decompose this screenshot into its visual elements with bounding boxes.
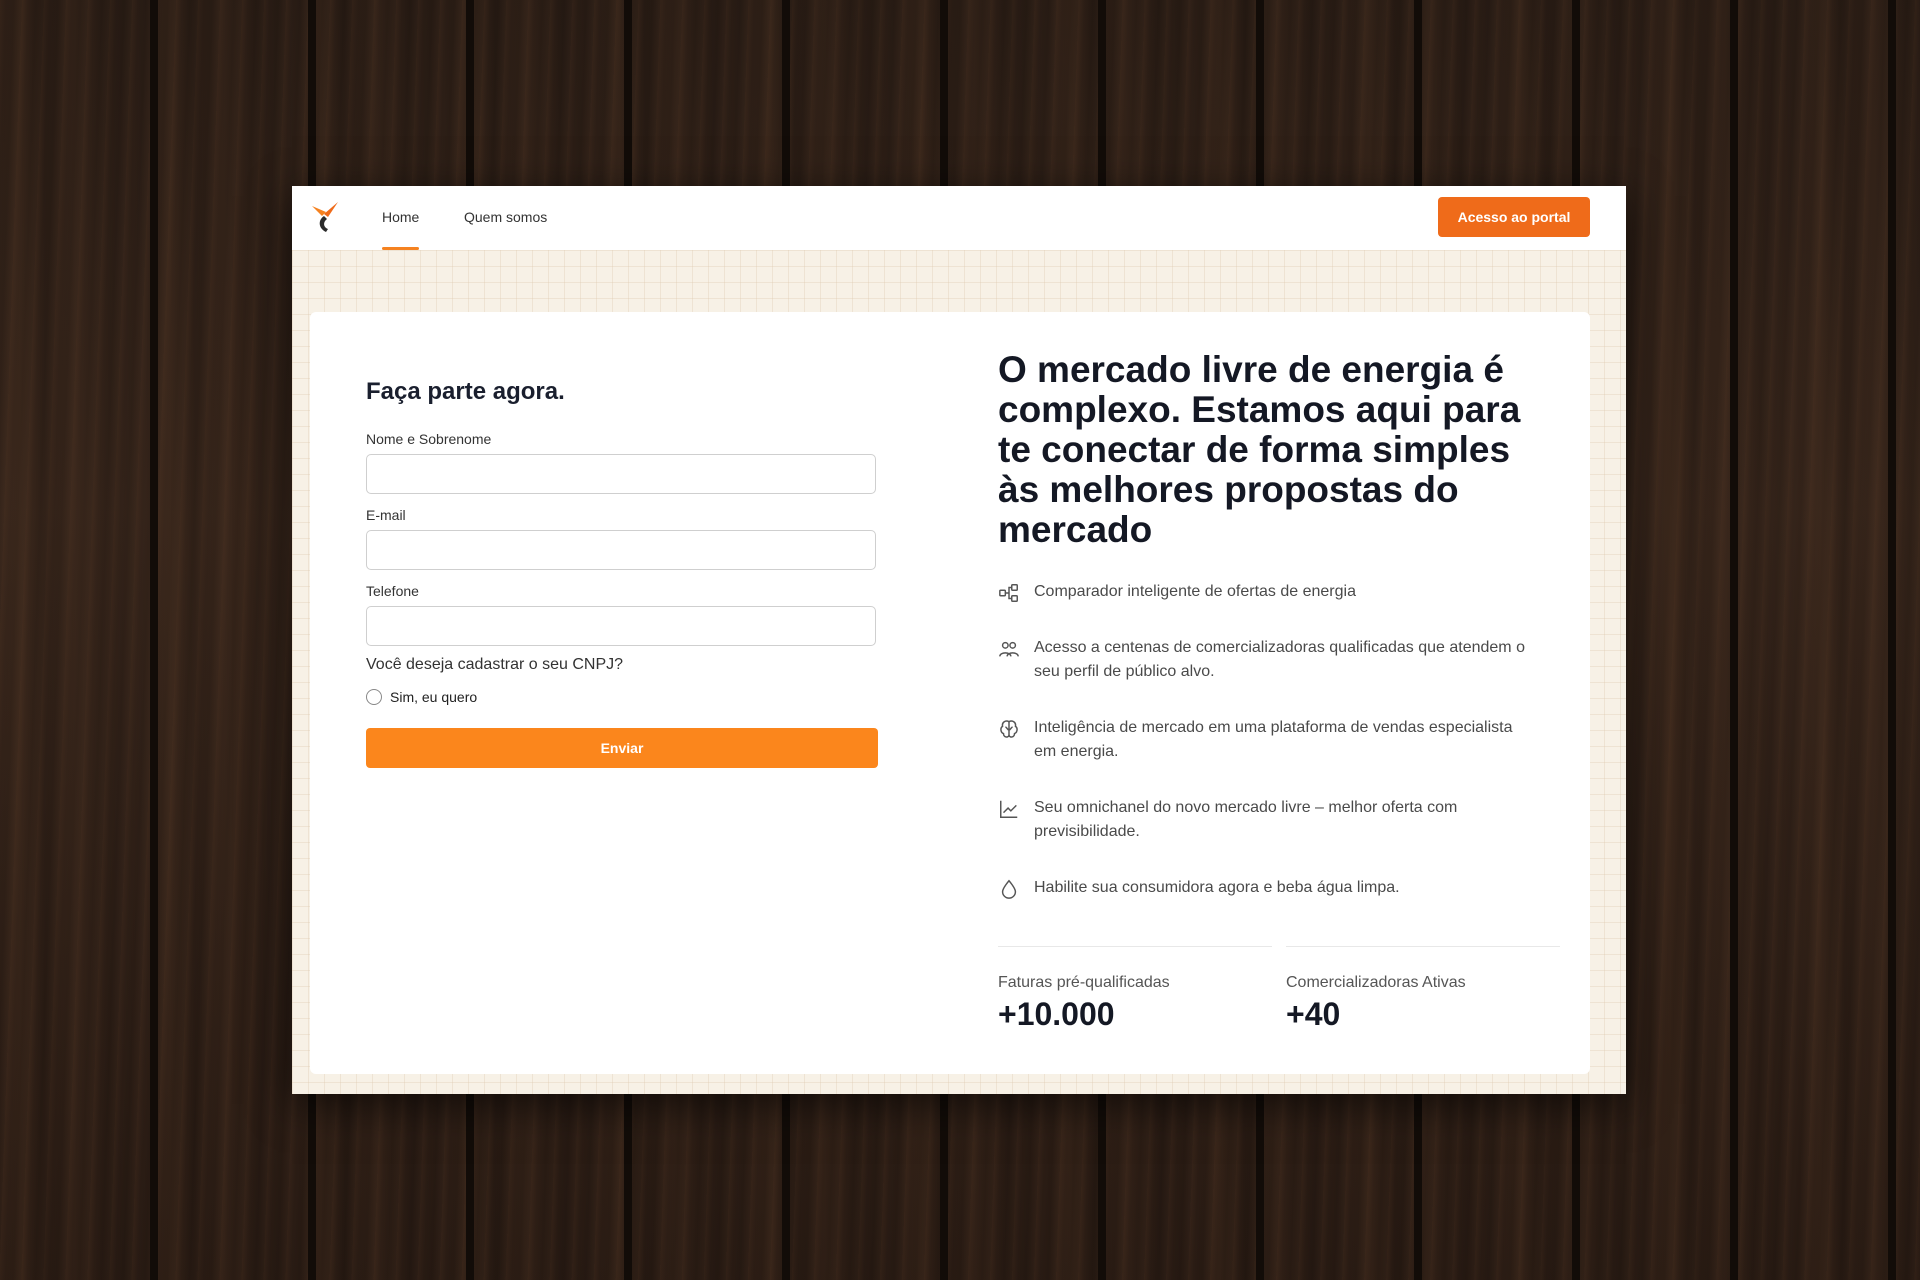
water-drop-icon [1001,879,1017,899]
brand-logo [312,202,338,232]
cnpj-option[interactable]: Sim, eu quero [366,689,477,705]
website-page: Home Quem somos Acesso ao portal Faça pa… [292,186,1626,1094]
form-title: Faça parte agora. [366,378,565,405]
feature-text: Inteligência de mercado em uma plataform… [1034,719,1513,760]
nav-link-home[interactable]: Home [382,186,420,250]
feature-item: Comparador inteligente de ofertas de ene… [998,580,1538,604]
users-icon [999,641,1019,657]
cnpj-radio-label: Sim, eu quero [390,689,478,705]
feature-item: Acesso a centenas de comercializadoras q… [998,636,1538,684]
hero-headline: O mercado livre de energia é complexo. E… [998,349,1521,550]
compare-icon [999,584,1018,602]
phone-label: Telefone [366,583,419,599]
stat-label: Comercializadoras Ativas [1286,974,1466,991]
feature-text: Acesso a centenas de comercializadoras q… [1034,639,1525,680]
nav-link-quem-somos[interactable]: Quem somos [464,186,547,250]
phone-input[interactable] [366,606,876,646]
email-label: E-mail [366,507,406,523]
navbar: Home Quem somos Acesso ao portal [292,186,1626,250]
stats-divider [1286,946,1560,947]
email-input[interactable] [366,530,876,570]
feature-item: Seu omnichanel do novo mercado livre – m… [998,796,1538,844]
feature-text: Seu omnichanel do novo mercado livre – m… [1034,799,1458,840]
cnpj-radio[interactable] [366,689,382,705]
brain-icon [1000,720,1018,738]
submit-button[interactable]: Enviar [366,728,878,768]
stat-value: +40 [1286,996,1341,1032]
feature-item: Habilite sua consumidora agora e beba ág… [998,876,1538,900]
portal-access-button[interactable]: Acesso ao portal [1438,197,1590,237]
feature-text: Habilite sua consumidora agora e beba ág… [1034,879,1400,896]
main-card: Faça parte agora. Nome e Sobrenome E-mai… [310,312,1590,1074]
cnpj-question: Você deseja cadastrar o seu CNPJ? [366,656,624,673]
trend-chart-icon [1000,800,1018,818]
stats-divider [998,946,1272,947]
feature-item: Inteligência de mercado em uma plataform… [998,716,1538,764]
feature-text: Comparador inteligente de ofertas de ene… [1034,583,1356,600]
name-label: Nome e Sobrenome [366,431,492,447]
stat-value: +10.000 [998,996,1115,1032]
stat-label: Faturas pré-qualificadas [998,974,1170,991]
name-input[interactable] [366,454,876,494]
